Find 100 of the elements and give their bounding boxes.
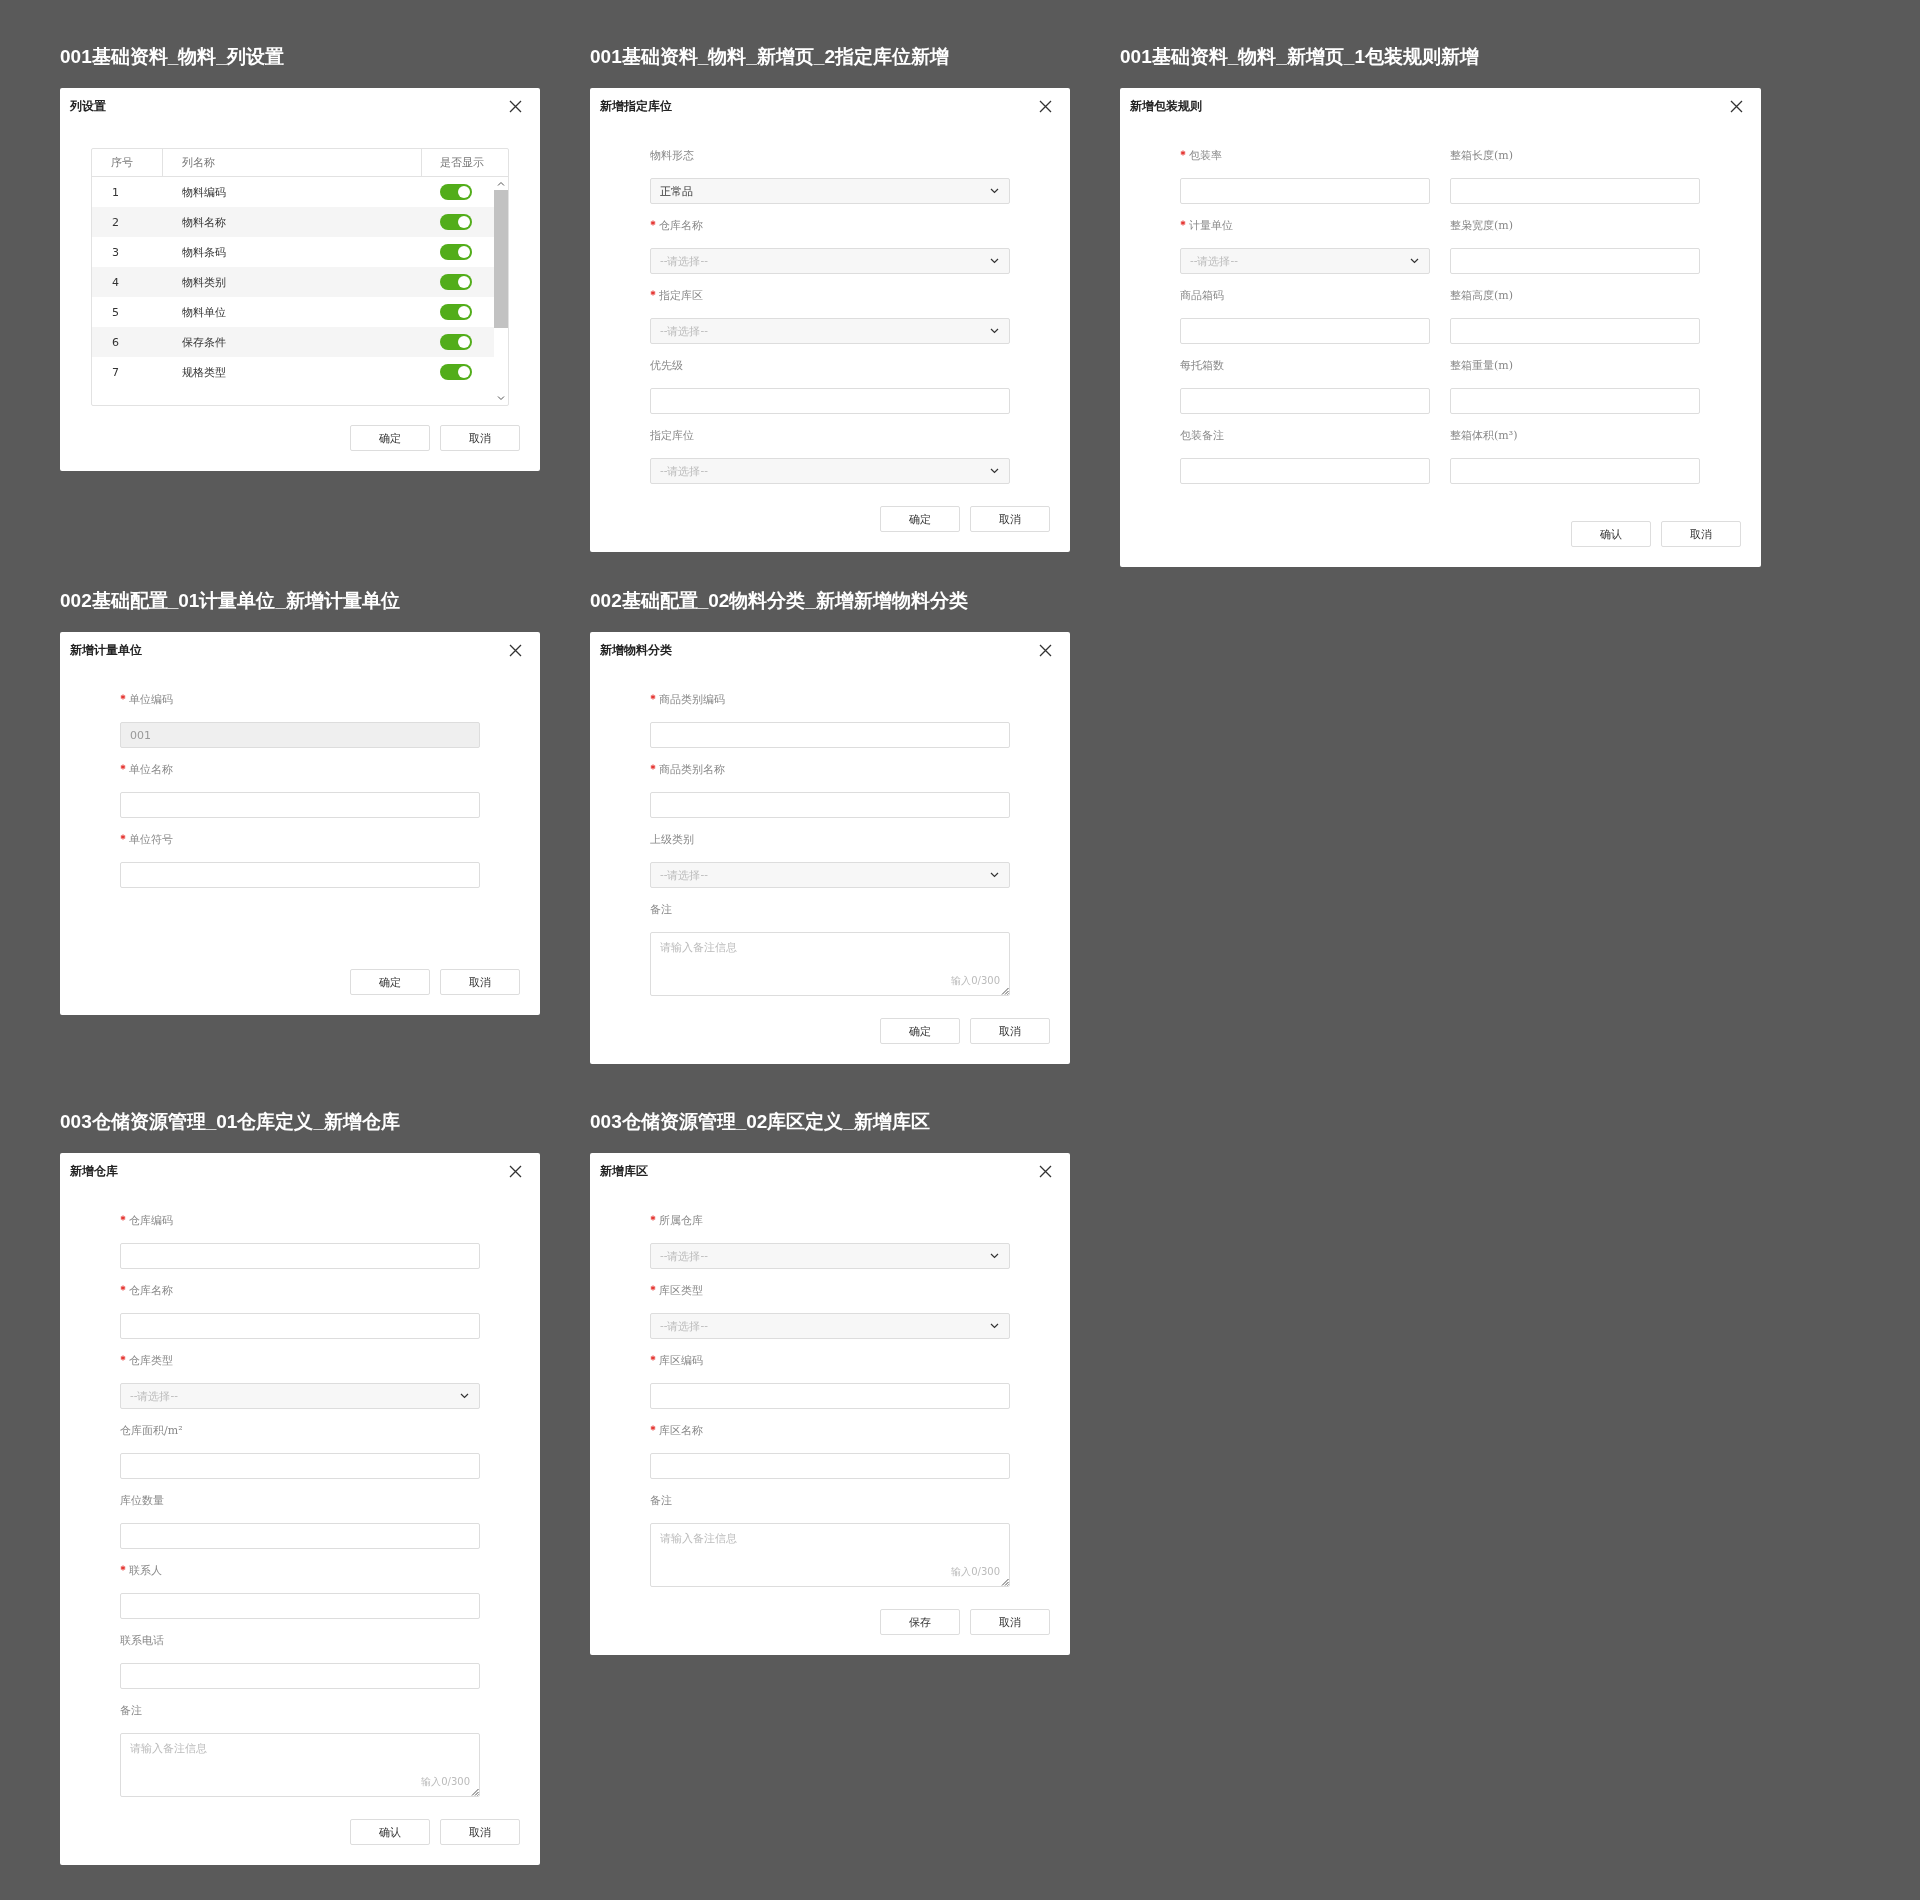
dialog-title: 新增库区	[600, 1162, 648, 1180]
toggle-switch[interactable]	[440, 214, 472, 230]
table-cell-text: 6	[111, 335, 120, 349]
table-cell-text: 物料类别	[181, 274, 227, 290]
dropdown-field[interactable]: 正常品	[650, 178, 1010, 204]
toggle-switch[interactable]	[440, 364, 472, 380]
close-icon[interactable]	[509, 643, 522, 657]
table-cell-text: 1	[111, 185, 120, 199]
field-label: 仓库面积/m²	[120, 1422, 183, 1438]
text-field[interactable]	[650, 1453, 1010, 1479]
text-field[interactable]	[650, 792, 1010, 818]
field-label: 备注	[650, 901, 672, 917]
text-field[interactable]	[120, 792, 480, 818]
text-field[interactable]	[1450, 458, 1700, 484]
text-field[interactable]	[650, 388, 1010, 414]
cancel-button[interactable]: 取消	[440, 1819, 520, 1845]
field-label: 商品类别编码	[659, 691, 725, 707]
field-label: 单位符号	[129, 831, 173, 847]
confirm-button[interactable]: 确认	[1571, 521, 1651, 547]
table-cell-text: 5	[111, 305, 120, 319]
field-label: 商品箱码	[1180, 287, 1224, 303]
field-label: 包装率	[1189, 147, 1222, 163]
cancel-button[interactable]: 取消	[970, 1018, 1050, 1044]
confirm-button[interactable]: 确认	[350, 1819, 430, 1845]
text-field[interactable]	[120, 1523, 480, 1549]
field-label: 库区编码	[659, 1352, 703, 1368]
scrollbar-thumb[interactable]	[494, 190, 508, 328]
close-icon[interactable]	[509, 1164, 522, 1178]
text-field[interactable]	[1450, 178, 1700, 204]
chevron-down-icon	[460, 1393, 469, 1399]
field-label: 整枭宽度(m)	[1450, 217, 1513, 233]
field-label: 仓库编码	[129, 1212, 173, 1228]
required-icon	[1180, 220, 1186, 226]
text-field[interactable]	[120, 862, 480, 888]
chevron-down-icon	[990, 1253, 999, 1259]
required-icon	[650, 694, 656, 700]
required-icon	[120, 1215, 126, 1221]
confirm-button[interactable]: 保存	[880, 1609, 960, 1635]
scroll-down-icon[interactable]	[497, 396, 505, 401]
toggle-switch[interactable]	[440, 244, 472, 260]
close-icon[interactable]	[1039, 643, 1052, 657]
text-field[interactable]	[650, 722, 1010, 748]
resize-handle-icon[interactable]	[1001, 1578, 1009, 1586]
confirm-button[interactable]: 确定	[880, 1018, 960, 1044]
field-label: 库区类型	[659, 1282, 703, 1298]
cancel-button[interactable]: 取消	[970, 506, 1050, 532]
text-field[interactable]	[1180, 388, 1430, 414]
text-field[interactable]	[1450, 248, 1700, 274]
field-label: 整箱体积(m³)	[1450, 427, 1518, 443]
field-label: 库区名称	[659, 1422, 703, 1438]
cancel-button[interactable]: 取消	[970, 1609, 1050, 1635]
field-label: 仓库类型	[129, 1352, 173, 1368]
cancel-button[interactable]: 取消	[440, 425, 520, 451]
required-icon	[650, 220, 656, 226]
text-field[interactable]	[650, 1383, 1010, 1409]
field-label: 联系电话	[120, 1632, 164, 1648]
close-icon[interactable]	[1039, 1164, 1052, 1178]
close-icon[interactable]	[1730, 99, 1743, 113]
required-icon	[120, 834, 126, 840]
scroll-up-icon[interactable]	[497, 181, 505, 186]
close-icon[interactable]	[1039, 99, 1052, 113]
toggle-switch[interactable]	[440, 304, 472, 320]
chevron-down-icon	[990, 872, 999, 878]
screen-heading: 001基础资料_物料_新增页_1包装规则新增	[1120, 45, 1480, 69]
confirm-button[interactable]: 确定	[350, 425, 430, 451]
chevron-down-icon	[990, 328, 999, 334]
field-label: 所属仓库	[659, 1212, 703, 1228]
column-header: 序号	[110, 155, 134, 171]
text-field[interactable]	[1180, 318, 1430, 344]
text-field[interactable]	[1450, 388, 1700, 414]
chevron-down-icon	[990, 188, 999, 194]
toggle-switch[interactable]	[440, 274, 472, 290]
text-field[interactable]	[1180, 178, 1430, 204]
character-counter: 输入0/300	[951, 974, 1000, 988]
toggle-switch[interactable]	[440, 334, 472, 350]
text-field[interactable]	[120, 1453, 480, 1479]
required-icon	[120, 1565, 126, 1571]
screen-heading: 001基础资料_物料_列设置	[60, 45, 285, 69]
text-field[interactable]	[120, 1663, 480, 1689]
resize-handle-icon[interactable]	[471, 1788, 479, 1796]
toggle-switch[interactable]	[440, 184, 472, 200]
field-label: 仓库名称	[129, 1282, 173, 1298]
character-counter: 输入0/300	[951, 1565, 1000, 1579]
field-label: 优先级	[650, 357, 683, 373]
close-icon[interactable]	[509, 99, 522, 113]
confirm-button[interactable]: 确定	[350, 969, 430, 995]
required-icon	[650, 1215, 656, 1221]
text-field[interactable]	[120, 1243, 480, 1269]
text-field[interactable]	[1450, 318, 1700, 344]
cancel-button[interactable]: 取消	[440, 969, 520, 995]
dialog-title: 新增仓库	[70, 1162, 118, 1180]
resize-handle-icon[interactable]	[1001, 987, 1009, 995]
confirm-button[interactable]: 确定	[880, 506, 960, 532]
text-field[interactable]	[1180, 458, 1430, 484]
text-field[interactable]	[120, 1313, 480, 1339]
text-field[interactable]	[120, 1593, 480, 1619]
table-cell-text: 7	[111, 365, 120, 379]
dialog-title: 新增指定库位	[600, 97, 672, 115]
required-icon	[120, 1285, 126, 1291]
cancel-button[interactable]: 取消	[1661, 521, 1741, 547]
